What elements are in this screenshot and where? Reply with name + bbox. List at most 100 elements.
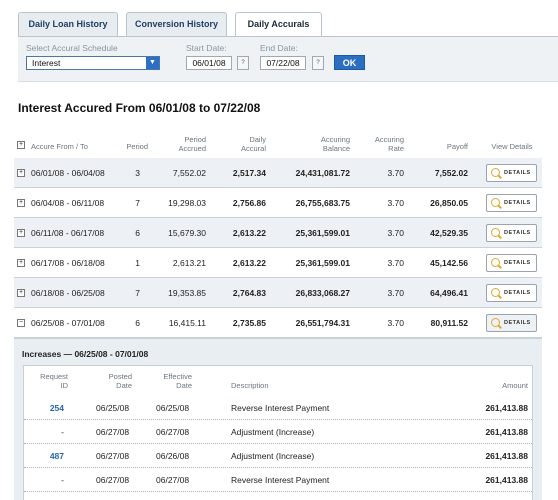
row-rate: 3.70 (387, 258, 404, 268)
increases-table: Request ID Posted Date Effective Date De… (23, 365, 533, 500)
collapse-row-icon[interactable]: − (17, 319, 25, 327)
effective-date: 06/25/08 (156, 403, 190, 413)
row-period: 3 (135, 168, 140, 178)
table-row: + 06/01/08 - 06/04/08 3 7,552.02 2,517.3… (14, 158, 542, 188)
expand-row-icon[interactable]: + (17, 289, 25, 297)
list-item: 254 06/25/08 06/25/08 Reverse Interest P… (24, 396, 532, 420)
row-rate: 3.70 (387, 168, 404, 178)
col-request-id: Request ID (30, 372, 68, 390)
row-balance: 25,361,599.01 (295, 258, 350, 268)
filter-bar: Select Accural Schedule Interest ▼ Start… (18, 37, 558, 82)
row-daily: 2,613.22 (232, 228, 266, 238)
list-item: - 06/28/08 06/28/08 Reverse Interest Pay… (24, 492, 532, 500)
col-posted-line1: Posted (108, 372, 132, 381)
details-button[interactable]: DETAILS (486, 194, 537, 212)
magnifier-icon (491, 198, 500, 207)
details-button[interactable]: DETAILS (486, 314, 537, 332)
row-range: 06/25/08 - 07/01/08 (31, 318, 105, 328)
accrual-table: + 06/01/08 - 06/04/08 3 7,552.02 2,517.3… (14, 158, 542, 338)
row-balance: 26,551,794.31 (295, 318, 350, 328)
col-period-accrued: Period Accrued (164, 135, 206, 153)
details-label: DETAILS (504, 320, 531, 326)
table-row: + 06/17/08 - 06/18/08 1 2,613.21 2,613.2… (14, 248, 542, 278)
col-effective-line2: Date (176, 381, 192, 390)
row-period: 6 (135, 228, 140, 238)
col-balance-line1: Accuring (320, 135, 350, 144)
request-id: - (61, 475, 64, 485)
row-rate: 3.70 (387, 228, 404, 238)
row-range: 06/17/08 - 06/18/08 (31, 258, 105, 268)
tab-daily-loan-history[interactable]: Daily Loan History (18, 12, 118, 36)
description: Reverse Interest Payment (231, 492, 329, 500)
tab-daily-accurals[interactable]: Daily Accurals (235, 12, 322, 37)
end-date-input[interactable]: 07/22/08 (260, 56, 306, 70)
col-daily-accrual: Daily Accural (226, 135, 266, 153)
amount: 261,413.88 (485, 451, 528, 461)
chevron-down-icon[interactable]: ▼ (146, 57, 159, 69)
table-row: + 06/11/08 - 06/17/08 6 15,679.30 2,613.… (14, 218, 542, 248)
tab-conversion-history[interactable]: Conversion History (126, 12, 227, 36)
posted-date: 06/27/08 (96, 451, 130, 461)
expand-all-icon[interactable]: + (17, 141, 25, 149)
amount: 261,413.88 (485, 403, 528, 413)
details-button[interactable]: DETAILS (486, 284, 537, 302)
row-payoff: 26,850.05 (430, 198, 468, 208)
row-daily: 2,756.86 (232, 198, 266, 208)
request-id-link[interactable]: 254 (30, 396, 64, 420)
row-accrued: 19,353.85 (168, 288, 206, 298)
row-payoff: 7,552.02 (434, 168, 468, 178)
list-item: - 06/27/08 06/27/08 Adjustment (Increase… (24, 420, 532, 444)
magnifier-icon (491, 228, 500, 237)
col-posted-line2: Date (116, 381, 132, 390)
effective-date: 06/27/08 (156, 427, 190, 437)
magnifier-icon (491, 258, 500, 267)
row-range: 06/18/08 - 06/25/08 (31, 288, 105, 298)
col-rate-line2: Rate (388, 144, 404, 153)
row-payoff: 45,142.56 (430, 258, 468, 268)
details-button[interactable]: DETAILS (486, 224, 537, 242)
posted-date: 06/25/08 (96, 403, 130, 413)
row-payoff: 42,529.35 (430, 228, 468, 238)
amount: 261,413.88 (480, 492, 528, 500)
col-accrue-range: Accure From / To (31, 142, 88, 151)
increases-title: Increases — 06/25/08 - 07/01/08 (22, 349, 149, 359)
row-range: 06/11/08 - 06/17/08 (31, 228, 105, 238)
row-period: 1 (135, 258, 140, 268)
col-request-id-line1: Request (40, 372, 68, 381)
request-id: - (61, 427, 64, 437)
list-item: - 06/27/08 06/27/08 Reverse Interest Pay… (24, 468, 532, 492)
table-row: + 06/04/08 - 06/11/08 7 19,298.03 2,756.… (14, 188, 542, 218)
row-balance: 24,431,081.72 (295, 168, 350, 178)
list-item: 487 06/27/08 06/26/08 Adjustment (Increa… (24, 444, 532, 468)
end-date-label: End Date: (260, 43, 298, 53)
calendar-icon[interactable]: ? (312, 56, 324, 70)
magnifier-icon (491, 288, 500, 297)
expand-row-icon[interactable]: + (17, 259, 25, 267)
request-id-link[interactable]: 487 (30, 444, 64, 468)
expand-row-icon[interactable]: + (17, 229, 25, 237)
row-daily: 2,613.22 (232, 258, 266, 268)
schedule-value: Interest (32, 58, 61, 68)
row-balance: 25,361,599.01 (295, 228, 350, 238)
schedule-select[interactable]: Interest ▼ (26, 56, 160, 70)
details-button[interactable]: DETAILS (486, 254, 537, 272)
row-rate: 3.70 (387, 318, 404, 328)
expand-row-icon[interactable]: + (17, 199, 25, 207)
magnifier-icon (491, 168, 500, 177)
ok-button[interactable]: OK (334, 55, 365, 70)
col-effective-date: Effective Date (152, 372, 192, 390)
row-daily: 2,517.34 (232, 168, 266, 178)
start-date-input[interactable]: 06/01/08 (186, 56, 232, 70)
col-amount: Amount (502, 381, 528, 390)
row-balance: 26,755,683.75 (295, 198, 350, 208)
col-rate-line1: Accuring (374, 135, 404, 144)
col-posted-date: Posted Date (96, 372, 132, 390)
expand-row-icon[interactable]: + (17, 169, 25, 177)
row-accrued: 16,415.11 (168, 318, 206, 328)
col-description: Description (231, 381, 269, 390)
description: Reverse Interest Payment (231, 475, 330, 485)
tab-bar: Daily Loan History Conversion History Da… (18, 12, 558, 37)
description: Reverse Interest Payment (231, 403, 330, 413)
calendar-icon[interactable]: ? (237, 56, 249, 70)
details-button[interactable]: DETAILS (486, 164, 537, 182)
